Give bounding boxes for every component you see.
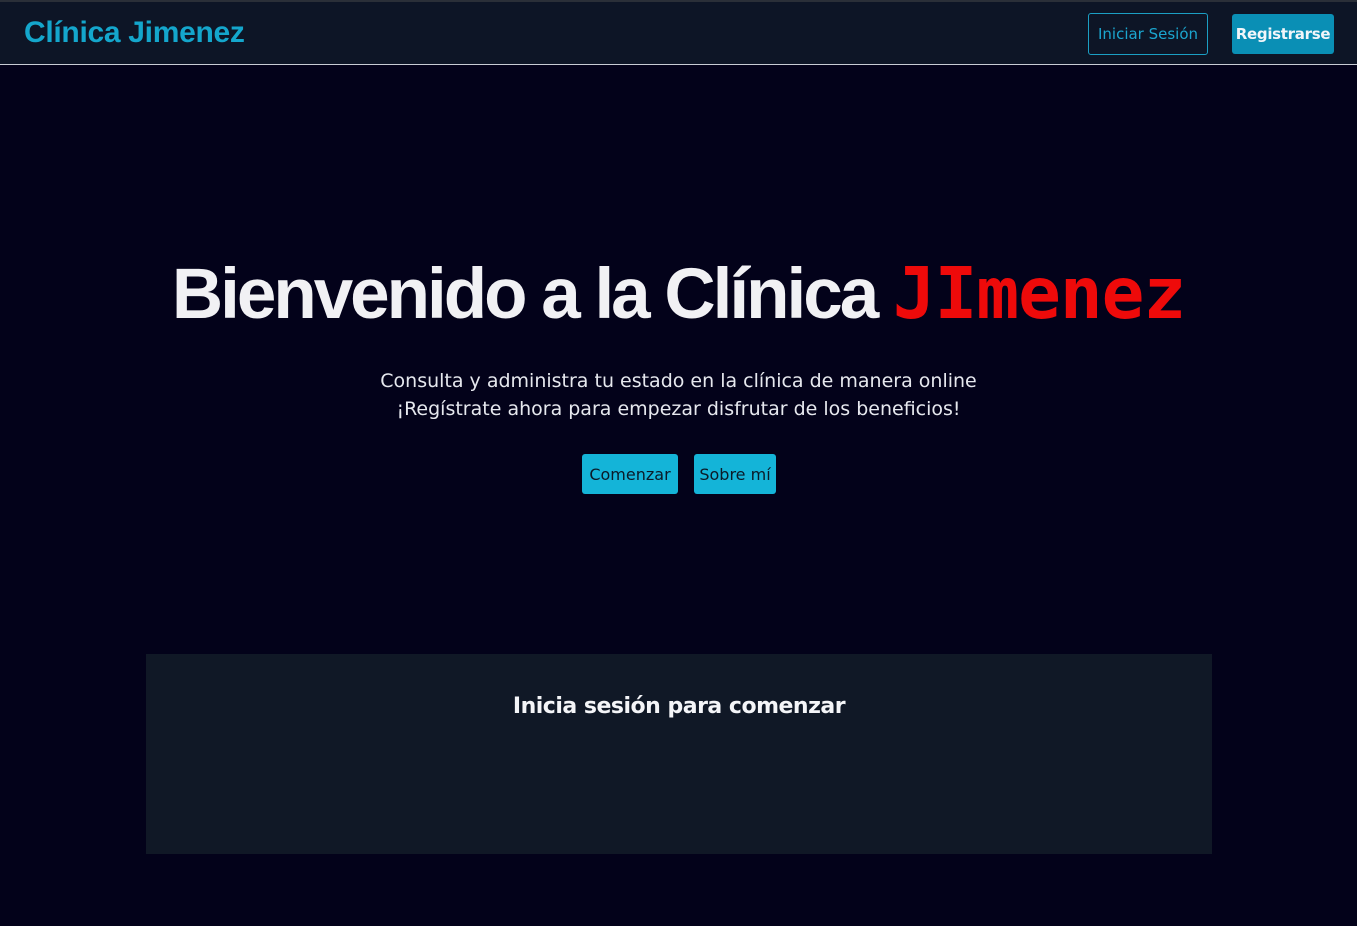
hero-title-main: Bienvenido a la Clínica [171, 255, 893, 334]
login-prompt-panel: Inicia sesión para comenzar [146, 654, 1212, 854]
hero-subtitle-line-1: Consulta y administra tu estado en la cl… [380, 370, 977, 392]
start-button[interactable]: Comenzar [582, 454, 678, 494]
hero-subtitle-line-2: ¡Regístrate ahora para empezar disfrutar… [396, 398, 961, 420]
register-button[interactable]: Registrarse [1232, 14, 1334, 54]
login-prompt-title: Inicia sesión para comenzar [512, 694, 846, 719]
navbar: Clínica Jimenez Iniciar Sesión Registrar… [0, 2, 1357, 65]
brand-logo-link[interactable]: Clínica Jimenez [24, 16, 245, 50]
hero-title-accent: JImenez [892, 252, 1186, 335]
hero-title: Bienvenido a la Clínica JImenez [0, 252, 1357, 335]
about-button[interactable]: Sobre mí [694, 454, 776, 494]
login-button[interactable]: Iniciar Sesión [1088, 13, 1208, 55]
hero-subtitle: Consulta y administra tu estado en la cl… [0, 367, 1357, 423]
